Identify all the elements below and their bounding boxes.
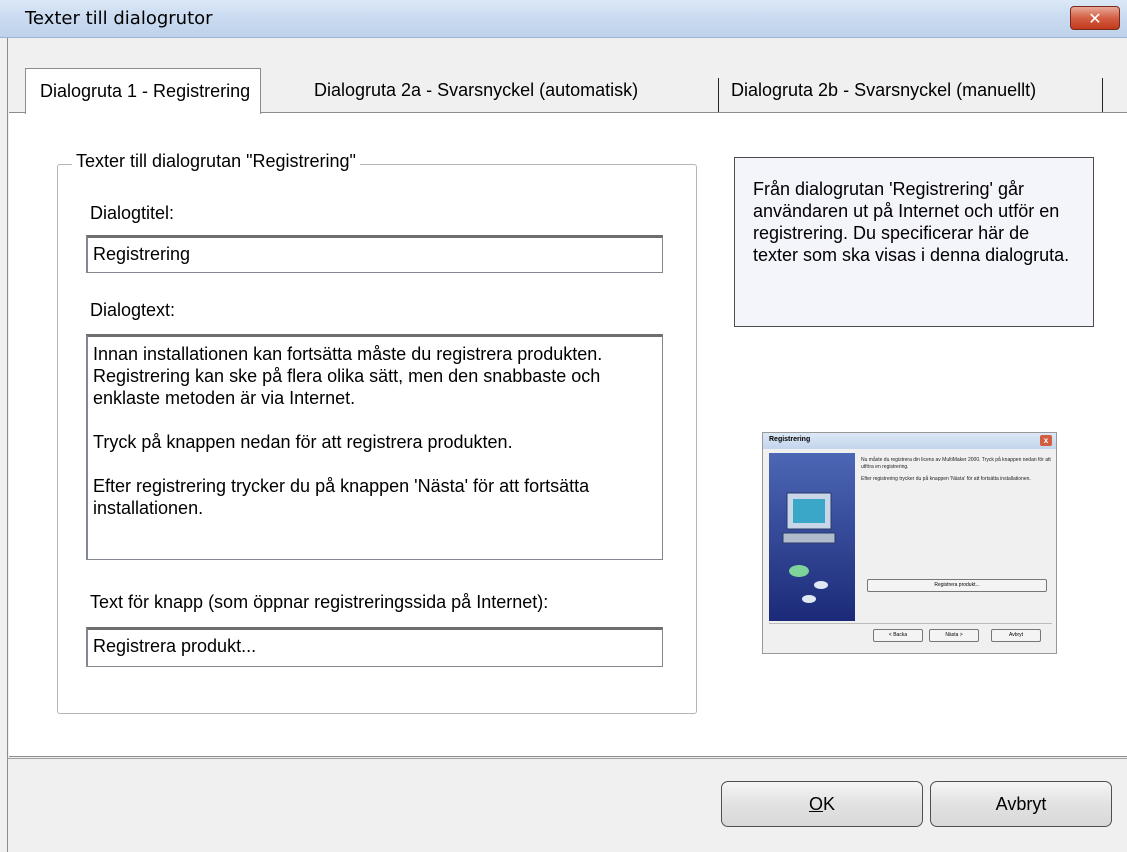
tab-svarsnyckel-manuellt[interactable]: Dialogruta 2b - Svarsnyckel (manuellt) bbox=[719, 78, 1103, 112]
preview-cancel-button: Avbryt bbox=[991, 629, 1041, 642]
close-button[interactable]: ✕ bbox=[1070, 6, 1120, 30]
tab-registrering[interactable]: Dialogruta 1 - Registrering bbox=[25, 68, 262, 114]
dialog-text-paragraph: Tryck på knappen nedan för att registrer… bbox=[93, 432, 513, 452]
ok-label: K bbox=[823, 793, 836, 814]
dialog-title-input[interactable]: Registrering bbox=[86, 235, 663, 273]
info-box: Från dialogrutan 'Registrering' går anvä… bbox=[734, 157, 1094, 327]
preview-computer-graphic bbox=[769, 453, 855, 621]
dialog-text-label: Dialogtext: bbox=[90, 300, 176, 320]
dialog-text-paragraph: Innan installationen kan fortsätta måste… bbox=[93, 344, 603, 408]
preview-register-button: Registrera produkt... bbox=[867, 579, 1047, 592]
preview-separator bbox=[769, 623, 1052, 624]
dialog-title-label: Dialogtitel: bbox=[90, 203, 175, 223]
ok-accel-key: O bbox=[808, 793, 823, 814]
tab-label: Dialogruta 2b - Svarsnyckel (manuellt) bbox=[731, 80, 1037, 100]
group-legend: Texter till dialogrutan "Registrering" bbox=[72, 151, 360, 172]
preview-title: Registrering bbox=[769, 436, 811, 443]
registration-preview-image: Registrering x Nu måste du registrera di… bbox=[762, 432, 1057, 654]
window-title: Texter till dialogrutor bbox=[25, 8, 213, 29]
cancel-button[interactable]: Avbryt bbox=[930, 781, 1112, 827]
preview-back-button: < Backa bbox=[873, 629, 923, 642]
button-text-input[interactable]: Registrera produkt... bbox=[86, 627, 663, 667]
preview-next-button: Nästa > bbox=[929, 629, 979, 642]
computer-icon bbox=[782, 492, 836, 603]
ok-button[interactable]: OK bbox=[721, 781, 923, 827]
preview-line: Nu måste du registrera din licens av Mul… bbox=[861, 457, 1051, 470]
cancel-label: Avbryt bbox=[995, 793, 1047, 814]
preview-line: Efter registrering trycker du på knappen… bbox=[861, 476, 1031, 482]
title-bar: Texter till dialogrutor ✕ bbox=[0, 0, 1127, 38]
close-icon: ✕ bbox=[1088, 8, 1102, 28]
tab-label: Dialogruta 1 - Registrering bbox=[40, 81, 251, 101]
button-text-label: Text för knapp (som öppnar registrerings… bbox=[90, 592, 549, 612]
preview-text: Nu måste du registrera din licens av Mul… bbox=[861, 457, 1051, 483]
preview-title-bar: Registrering x bbox=[763, 433, 1056, 449]
tab-label: Dialogruta 2a - Svarsnyckel (automatisk) bbox=[314, 80, 639, 100]
tab-svarsnyckel-automatisk[interactable]: Dialogruta 2a - Svarsnyckel (automatisk) bbox=[302, 78, 719, 112]
dialog-text-textarea[interactable]: Innan installationen kan fortsätta måste… bbox=[86, 334, 663, 560]
info-text: Från dialogrutan 'Registrering' går anvä… bbox=[753, 179, 1070, 265]
dialog-text-paragraph: Efter registrering trycker du på knappen… bbox=[93, 476, 590, 518]
footer-separator bbox=[7, 758, 1127, 759]
preview-close-icon: x bbox=[1040, 435, 1052, 446]
